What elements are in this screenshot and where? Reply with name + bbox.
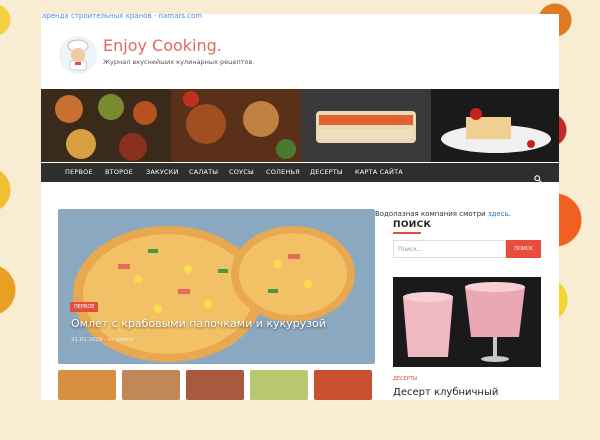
site-description: Журнал вкуснейших кулинарных рецептов. [103, 58, 255, 66]
top-ad-link[interactable]: аренда строительных кранов - namars.com [42, 12, 202, 20]
main-navigation: ПЕРВОЕ ВТОРОЕ ЗАКУСКИ САЛАТЫ СОУСЫ СОЛЕН… [41, 163, 559, 183]
search-button[interactable]: ПОИСК [506, 240, 541, 258]
category-badge[interactable]: ПЕРВОЕ [70, 302, 99, 312]
dessert-post-image[interactable] [393, 277, 541, 367]
featured-post-title[interactable]: Омлет с крабовыми палочками и кукурузой [71, 317, 326, 330]
thumbnail-4[interactable] [250, 370, 308, 400]
nav-item-pervoe[interactable]: ПЕРВОЕ [65, 163, 93, 182]
featured-post-meta: 21.01.2023 - от admin [71, 337, 134, 343]
widget-title-underline [393, 232, 421, 234]
sidebar-note-link[interactable]: здесь [488, 210, 509, 218]
sidebar-note: Водолазная компания смотри здесь. [375, 210, 511, 218]
nav-item-vtoroe[interactable]: ВТОРОЕ [105, 163, 133, 182]
featured-post[interactable]: ПЕРВОЕ Омлет с крабовыми палочками и кук… [58, 209, 375, 364]
dessert-post-category[interactable]: ДЕСЕРТЫ [393, 376, 417, 382]
nav-item-karta-saita[interactable]: КАРТА САЙТА [355, 163, 403, 182]
sidebar-note-text: Водолазная компания смотри [375, 210, 488, 218]
nav-item-solenya[interactable]: СОЛЕНЬЯ [266, 163, 300, 182]
nav-item-salaty[interactable]: САЛАТЫ [189, 163, 218, 182]
header-banner-image [41, 89, 559, 162]
sidebar-note-suffix: . [508, 210, 512, 218]
nav-item-sousy[interactable]: СОУСЫ [229, 163, 254, 182]
nav-item-deserty[interactable]: ДЕСЕРТЫ [310, 163, 343, 182]
thumbnail-2[interactable] [122, 370, 180, 400]
search-widget-title: ПОИСК [393, 220, 432, 230]
nav-item-zakuski[interactable]: ЗАКУСКИ [146, 163, 179, 182]
search-icon[interactable] [534, 168, 542, 183]
thumbnail-5[interactable] [314, 370, 372, 400]
site-logo[interactable] [59, 36, 97, 74]
post-thumbnails [58, 370, 375, 400]
search-input[interactable]: Поиск... [393, 240, 506, 258]
page-container: Enjoy Cooking. Журнал вкуснейших кулинар… [41, 14, 559, 400]
thumbnail-1[interactable] [58, 370, 116, 400]
site-title[interactable]: Enjoy Cooking. [103, 36, 222, 55]
thumbnail-3[interactable] [186, 370, 244, 400]
dessert-post-title[interactable]: Десерт клубничный [393, 387, 498, 398]
